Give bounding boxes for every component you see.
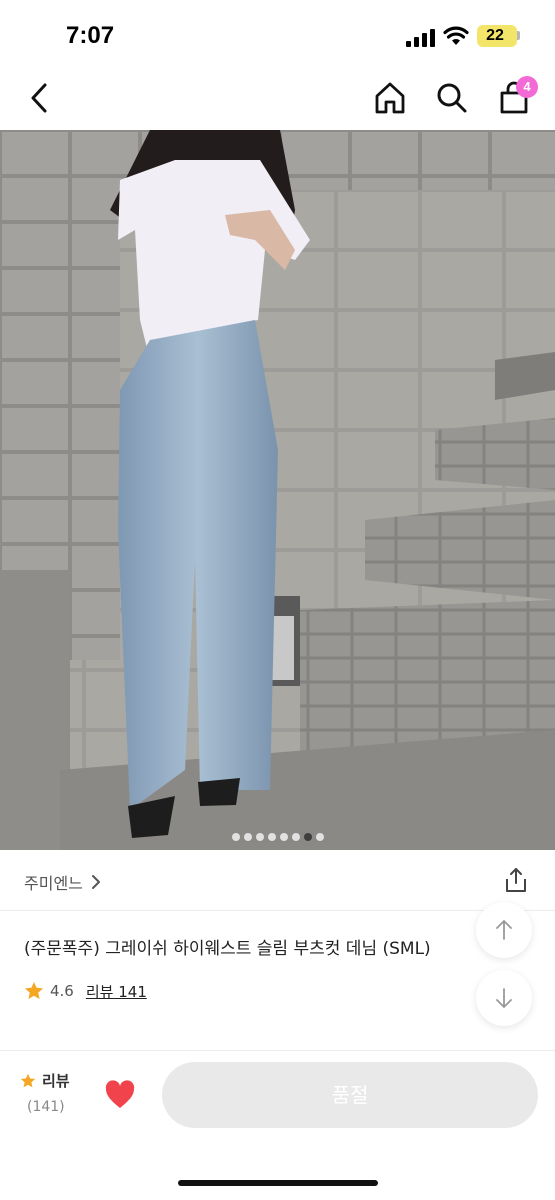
pagination-dot (243, 833, 252, 841)
heart-icon[interactable] (104, 1080, 136, 1110)
back-icon[interactable] (22, 80, 58, 116)
product-title: (주문폭주) 그레이쉬 하이웨스트 슬림 부츠컷 데님 (SML) (24, 939, 431, 959)
pagination-dot (255, 833, 264, 841)
pagination-dot (279, 833, 288, 841)
battery-level: 22 (486, 27, 504, 44)
chevron-right-icon (91, 875, 100, 889)
pagination-dot (303, 833, 312, 841)
soldout-button[interactable]: 품절 (162, 1062, 538, 1128)
product-image[interactable] (0, 130, 555, 850)
image-pagination-dots (0, 826, 555, 841)
section-divider (0, 910, 555, 911)
arrow-up-icon (496, 920, 512, 940)
cellular-signal-icon (406, 29, 435, 47)
brand-link[interactable]: 주미엔느 (24, 870, 101, 894)
share-icon[interactable] (502, 866, 530, 894)
pagination-dot (231, 833, 240, 841)
top-nav: 4 (0, 70, 555, 130)
scroll-bottom-button[interactable] (476, 970, 532, 1026)
rating-value: 4.6 (50, 982, 74, 1000)
pagination-dot (291, 833, 300, 841)
review-label: 리뷰 (42, 1072, 70, 1090)
wifi-icon (443, 26, 469, 45)
pagination-dot (315, 833, 324, 841)
scroll-top-button[interactable] (476, 902, 532, 958)
pagination-dot (267, 833, 276, 841)
review-count-link[interactable]: 리뷰 141 (86, 981, 147, 1002)
cart-count-badge: 4 (516, 76, 538, 98)
star-icon (25, 982, 43, 999)
status-time: 7:07 (66, 22, 115, 49)
star-icon (20, 1073, 36, 1087)
product-rating: 4.6 리뷰 141 (24, 980, 147, 1002)
product-photo-illustration (0, 130, 555, 850)
home-indicator (178, 1180, 378, 1186)
battery-cap (517, 31, 520, 40)
bottom-review-summary[interactable]: 리뷰 (141) (20, 1070, 100, 1115)
review-count: (141) (27, 1099, 65, 1115)
search-icon[interactable] (434, 80, 470, 116)
arrow-down-icon (496, 988, 512, 1008)
status-bar: 7:07 22 (0, 0, 555, 70)
brand-name: 주미엔느 (24, 874, 83, 893)
battery-indicator: 22 (477, 25, 517, 47)
bottom-bar-divider (0, 1050, 555, 1051)
home-icon[interactable] (372, 80, 408, 116)
